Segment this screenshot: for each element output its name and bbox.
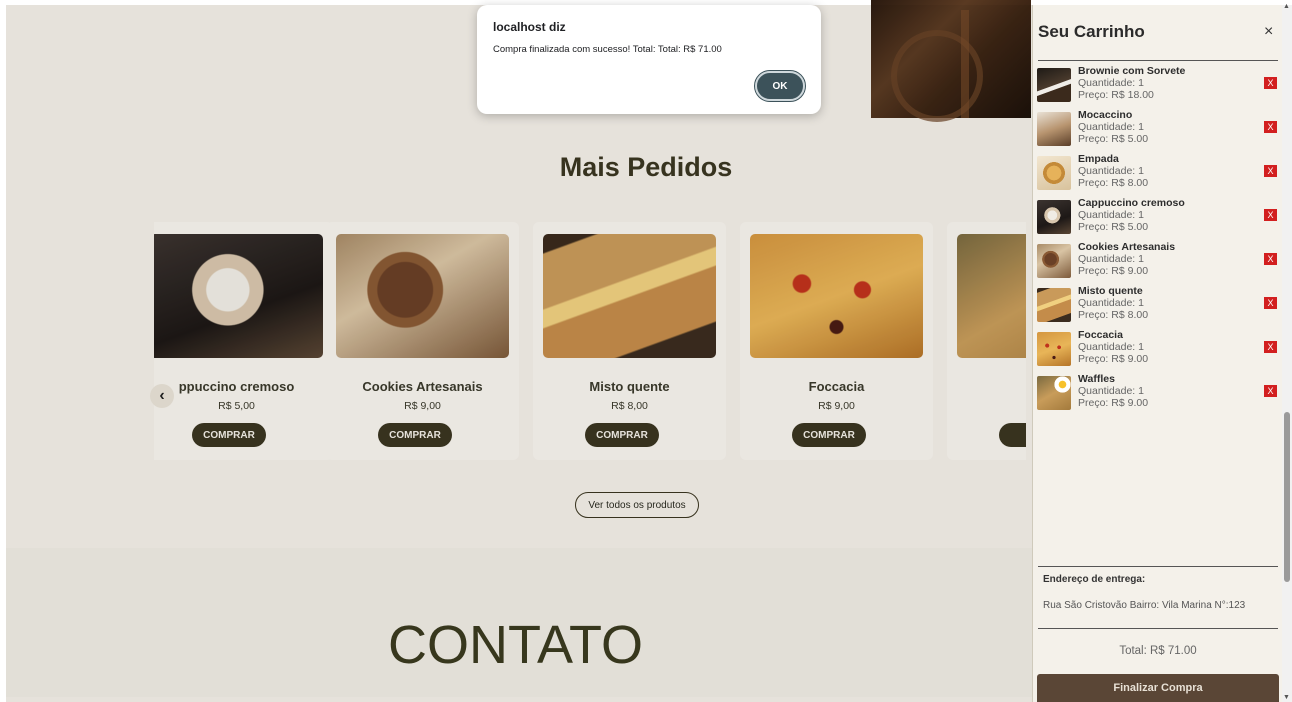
cart-item-name: Cookies Artesanais (1078, 241, 1176, 253)
buy-button[interactable]: COMPRAR (585, 423, 659, 447)
product-name: ppuccino cremoso (178, 379, 295, 394)
cart-item-image (1037, 156, 1071, 190)
contact-title: CONTATO (388, 615, 643, 675)
product-price: R$ 9,00 (818, 400, 855, 412)
scrollbar-track[interactable] (1282, 5, 1292, 702)
buy-button[interactable]: COMPRAR (192, 423, 266, 447)
checkout-button[interactable]: Finalizar Compra (1037, 674, 1279, 702)
cart-item-name: Mocaccino (1078, 109, 1133, 121)
product-card: W R CO (947, 222, 1026, 460)
cart-item: Cappuccino cremoso Quantidade: 1 Preço: … (1033, 196, 1283, 240)
cart-item: Cookies Artesanais Quantidade: 1 Preço: … (1033, 240, 1283, 284)
address-value: Rua São Cristovão Bairro: Vila Marina N°… (1043, 600, 1246, 611)
product-image (154, 234, 323, 358)
product-name: Misto quente (589, 379, 670, 394)
divider (1038, 60, 1278, 61)
dialog-ok-button[interactable]: OK (754, 70, 806, 102)
scrollbar-thumb[interactable] (1284, 412, 1290, 582)
cart-item-price: Preço: R$ 9.00 (1078, 265, 1149, 277)
cart-item-image (1037, 68, 1071, 102)
buy-button[interactable]: COMPRAR (378, 423, 452, 447)
cart-item: Empada Quantidade: 1 Preço: R$ 8.00 X (1033, 152, 1283, 196)
product-image (957, 234, 1026, 358)
remove-item-button[interactable]: X (1264, 77, 1277, 89)
cart-item-image (1037, 200, 1071, 234)
divider (1038, 628, 1278, 629)
cart-item-price: Preço: R$ 5.00 (1078, 133, 1149, 145)
product-card: Foccacia R$ 9,00 COMPRAR (740, 222, 933, 460)
address-label: Endereço de entrega: (1043, 574, 1146, 585)
alert-dialog: localhost diz Compra finalizada com suce… (477, 5, 821, 114)
cart-total: Total: R$ 71.00 (1119, 645, 1197, 657)
see-all-products-button[interactable]: Ver todos os produtos (575, 492, 699, 518)
dialog-title: localhost diz (493, 20, 566, 34)
cart-item-name: Waffles (1078, 373, 1115, 385)
remove-item-button[interactable]: X (1264, 385, 1277, 397)
hero-image (871, 0, 1031, 122)
product-name: Foccacia (808, 379, 865, 394)
product-image (336, 234, 509, 358)
cart-item-quantity: Quantidade: 1 (1078, 209, 1144, 221)
remove-item-button[interactable]: X (1264, 209, 1277, 221)
cart-item-image (1037, 332, 1071, 366)
cart-item-quantity: Quantidade: 1 (1078, 385, 1144, 397)
cart-item-quantity: Quantidade: 1 (1078, 165, 1144, 177)
product-name: W (947, 379, 1026, 394)
cart-item-quantity: Quantidade: 1 (1078, 121, 1144, 133)
cart-item-image (1037, 376, 1071, 410)
remove-item-button[interactable]: X (1264, 165, 1277, 177)
buy-button[interactable]: COMPRAR (792, 423, 866, 447)
cart-item-name: Misto quente (1078, 285, 1143, 297)
scroll-down-icon[interactable]: ▼ (1283, 694, 1290, 701)
product-price: R$ 8,00 (611, 400, 648, 412)
cart-item-quantity: Quantidade: 1 (1078, 253, 1144, 265)
cart-item-name: Empada (1078, 153, 1119, 165)
cart-item-quantity: Quantidade: 1 (1078, 341, 1144, 353)
scroll-up-icon[interactable]: ▲ (1283, 3, 1290, 10)
remove-item-button[interactable]: X (1264, 297, 1277, 309)
divider (1038, 566, 1278, 567)
product-price: R$ 9,00 (404, 400, 441, 412)
remove-item-button[interactable]: X (1264, 121, 1277, 133)
cart-item-image (1037, 112, 1071, 146)
cart-title: Seu Carrinho (1038, 22, 1145, 41)
cart-item-price: Preço: R$ 8.00 (1078, 309, 1149, 321)
remove-item-button[interactable]: X (1264, 341, 1277, 353)
carousel-prev-button[interactable]: ‹ (150, 384, 174, 408)
cart-item-quantity: Quantidade: 1 (1078, 297, 1144, 309)
cart-item-price: Preço: R$ 18.00 (1078, 89, 1154, 101)
cart-panel: Seu Carrinho × Brownie com Sorvete Quant… (1032, 5, 1282, 702)
cart-item: Mocaccino Quantidade: 1 Preço: R$ 5.00 X (1033, 108, 1283, 152)
product-card: Cookies Artesanais R$ 9,00 COMPRAR (326, 222, 519, 460)
products-carousel: ppuccino cremoso R$ 5,00 COMPRAR Cookies… (154, 218, 1026, 462)
remove-item-button[interactable]: X (1264, 253, 1277, 265)
cart-item-price: Preço: R$ 5.00 (1078, 221, 1149, 233)
cart-item-price: Preço: R$ 8.00 (1078, 177, 1149, 189)
cart-item-image (1037, 244, 1071, 278)
cart-item-name: Foccacia (1078, 329, 1123, 341)
product-price: R$ 5,00 (218, 400, 255, 412)
cart-item-price: Preço: R$ 9.00 (1078, 397, 1149, 409)
product-image (750, 234, 923, 358)
dialog-message: Compra finalizada com sucesso! Total: To… (493, 44, 722, 55)
cart-item-name: Cappuccino cremoso (1078, 197, 1185, 209)
cart-item-image (1037, 288, 1071, 322)
cart-item: Brownie com Sorvete Quantidade: 1 Preço:… (1033, 64, 1283, 108)
product-image (543, 234, 716, 358)
cart-item: Waffles Quantidade: 1 Preço: R$ 9.00 X (1033, 372, 1283, 416)
cart-item-price: Preço: R$ 9.00 (1078, 353, 1149, 365)
product-card: ppuccino cremoso R$ 5,00 COMPRAR (154, 222, 333, 460)
close-icon[interactable]: × (1264, 23, 1273, 41)
cart-item: Misto quente Quantidade: 1 Preço: R$ 8.0… (1033, 284, 1283, 328)
cart-item-quantity: Quantidade: 1 (1078, 77, 1144, 89)
product-price: R (947, 400, 1026, 412)
cart-item-name: Brownie com Sorvete (1078, 65, 1186, 77)
product-name: Cookies Artesanais (362, 379, 483, 394)
product-card: Misto quente R$ 8,00 COMPRAR (533, 222, 726, 460)
cart-item: Foccacia Quantidade: 1 Preço: R$ 9.00 X (1033, 328, 1283, 372)
buy-button[interactable]: CO (999, 423, 1026, 447)
